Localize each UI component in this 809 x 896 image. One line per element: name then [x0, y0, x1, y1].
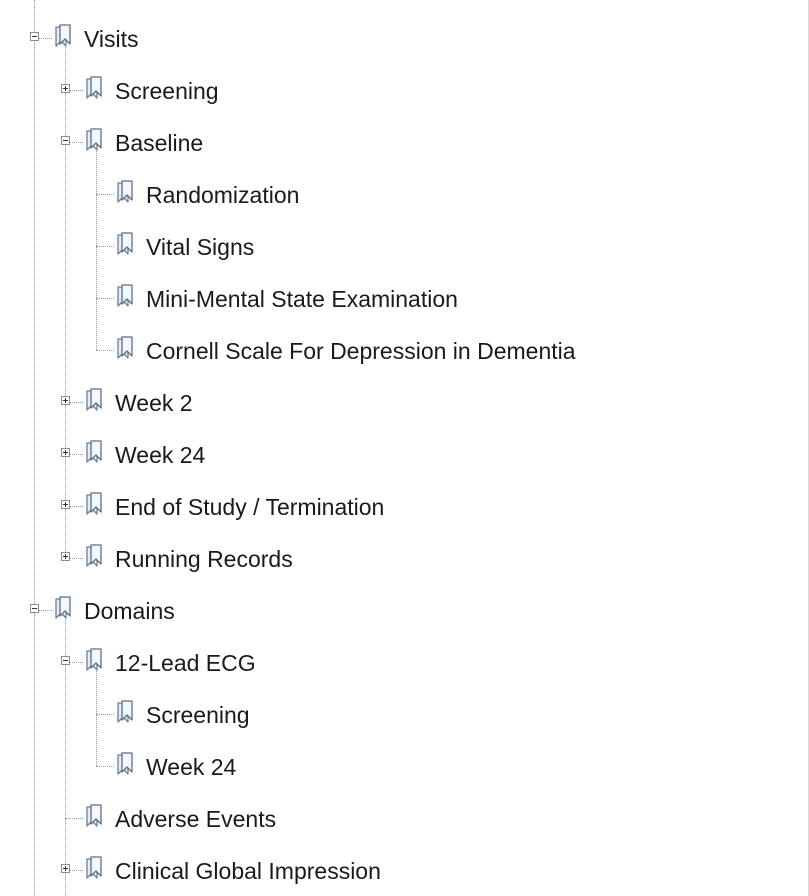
tree-node-label[interactable]: Adverse Events: [115, 805, 276, 833]
tree-node[interactable]: Clinical Global Impression: [0, 845, 809, 896]
tree-node[interactable]: Visits: [0, 13, 809, 65]
collapse-minus-icon[interactable]: [61, 656, 70, 665]
bookmark-icon: [115, 700, 135, 728]
bookmark-icon: [53, 596, 73, 624]
tree-node[interactable]: Screening: [0, 65, 809, 117]
bookmark-icon: [84, 492, 104, 520]
expand-plus-icon[interactable]: [61, 84, 70, 93]
tree-connector-line: [96, 246, 114, 247]
bookmark-icon: [115, 336, 135, 364]
tree-node-label[interactable]: Visits: [84, 25, 139, 53]
bookmark-icon: [84, 804, 104, 832]
tree-connector-line: [96, 350, 114, 351]
tree-node-label[interactable]: End of Study / Termination: [115, 493, 384, 521]
tree-connector-line: [96, 714, 114, 715]
expand-plus-icon[interactable]: [61, 448, 70, 457]
tree-node[interactable]: Cornell Scale For Depression in Dementia: [0, 325, 809, 377]
tree-node-label[interactable]: Week 24: [115, 441, 205, 469]
tree-node-label[interactable]: Cornell Scale For Depression in Dementia: [146, 337, 576, 365]
expand-plus-icon[interactable]: [61, 552, 70, 561]
tree-node-label[interactable]: Domains: [84, 597, 175, 625]
tree-node[interactable]: Randomization: [0, 169, 809, 221]
tree-node-label[interactable]: 12-Lead ECG: [115, 649, 256, 677]
expand-plus-icon[interactable]: [61, 864, 70, 873]
tree-node-label[interactable]: Clinical Global Impression: [115, 857, 381, 885]
bookmark-icon: [84, 440, 104, 468]
bookmark-icon: [84, 648, 104, 676]
bookmark-icon: [84, 76, 104, 104]
tree-node[interactable]: Mini-Mental State Examination: [0, 273, 809, 325]
collapse-minus-icon[interactable]: [61, 136, 70, 145]
collapse-minus-icon[interactable]: [30, 32, 39, 41]
tree-node[interactable]: Baseline: [0, 117, 809, 169]
bookmark-icon: [115, 284, 135, 312]
tree-node-label[interactable]: Running Records: [115, 545, 293, 573]
bookmark-icon: [84, 544, 104, 572]
collapse-minus-icon[interactable]: [30, 604, 39, 613]
tree-node-label[interactable]: Mini-Mental State Examination: [146, 285, 458, 313]
tree-connector-line: [96, 194, 114, 195]
tree-node[interactable]: End of Study / Termination: [0, 481, 809, 533]
tree-node-label[interactable]: Screening: [115, 77, 219, 105]
tree-node[interactable]: Week 24: [0, 429, 809, 481]
tree-node[interactable]: Domains: [0, 585, 809, 637]
bookmark-icon: [115, 752, 135, 780]
bookmark-icon: [84, 128, 104, 156]
tree-node-label[interactable]: Week 2: [115, 389, 193, 417]
tree-node-label[interactable]: Vital Signs: [146, 233, 254, 261]
tree-node-label[interactable]: Randomization: [146, 181, 299, 209]
bookmark-icon: [84, 856, 104, 884]
tree-node-label[interactable]: Baseline: [115, 129, 203, 157]
tree-connector-line: [65, 818, 83, 819]
expand-plus-icon[interactable]: [61, 500, 70, 509]
tree-node[interactable]: Week 2: [0, 377, 809, 429]
bookmark-icon: [84, 388, 104, 416]
tree-node[interactable]: Week 24: [0, 741, 809, 793]
tree-node[interactable]: 12-Lead ECG: [0, 637, 809, 689]
tree-node-label[interactable]: Screening: [146, 701, 250, 729]
bookmark-icon: [53, 24, 73, 52]
expand-plus-icon[interactable]: [61, 396, 70, 405]
tree-node[interactable]: Vital Signs: [0, 221, 809, 273]
tree-node-label[interactable]: Week 24: [146, 753, 236, 781]
bookmark-icon: [115, 180, 135, 208]
tree-node[interactable]: Running Records: [0, 533, 809, 585]
tree-connector-line: [96, 298, 114, 299]
tree-node[interactable]: Screening: [0, 689, 809, 741]
tree-node[interactable]: Adverse Events: [0, 793, 809, 845]
tree-connector-line: [96, 766, 114, 767]
study-tree-view[interactable]: Visits Screening Baseline Randomization Vita…: [0, 0, 809, 896]
bookmark-icon: [115, 232, 135, 260]
